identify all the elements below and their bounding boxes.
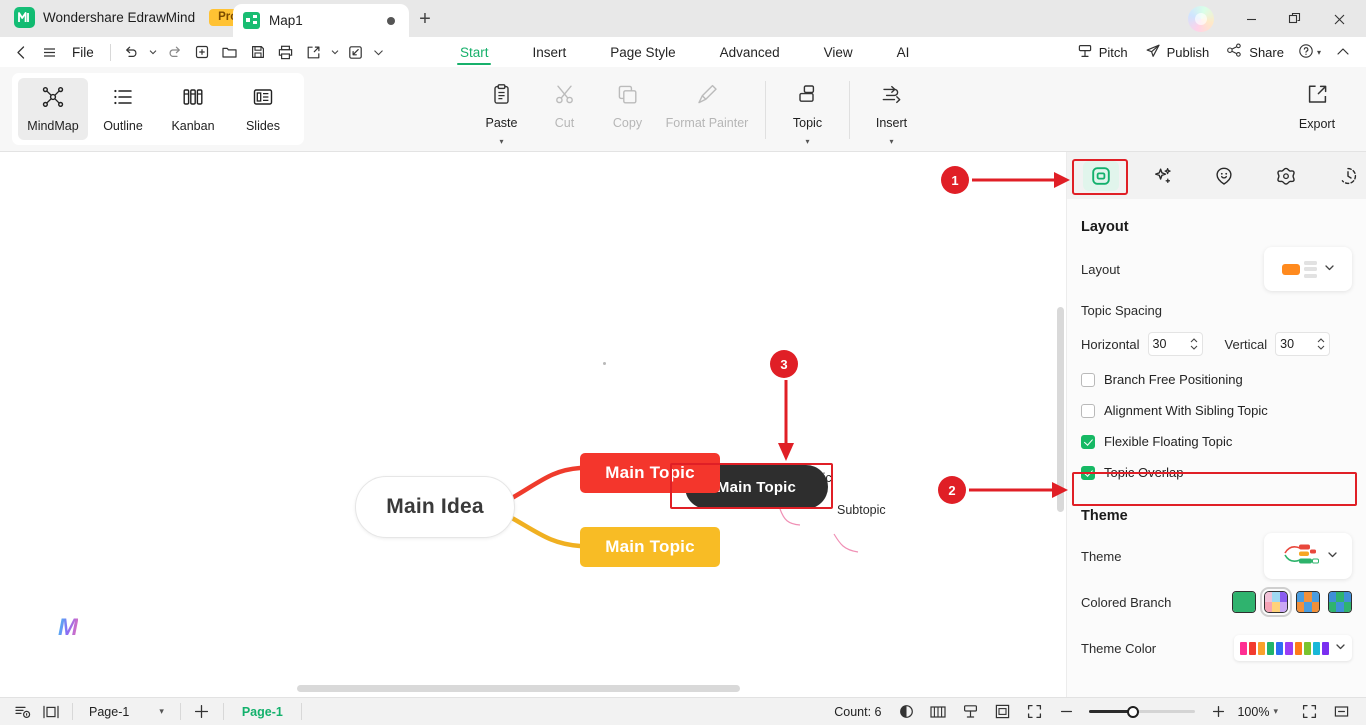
annotation-arrows	[778, 172, 1070, 498]
app-window: Wondershare EdrawMind Pro Map1 + File St…	[0, 0, 1366, 725]
annotation-badge-3: 3	[770, 350, 798, 378]
annotation-badge-1: 1	[941, 166, 969, 194]
annotation-badge-2: 2	[938, 476, 966, 504]
